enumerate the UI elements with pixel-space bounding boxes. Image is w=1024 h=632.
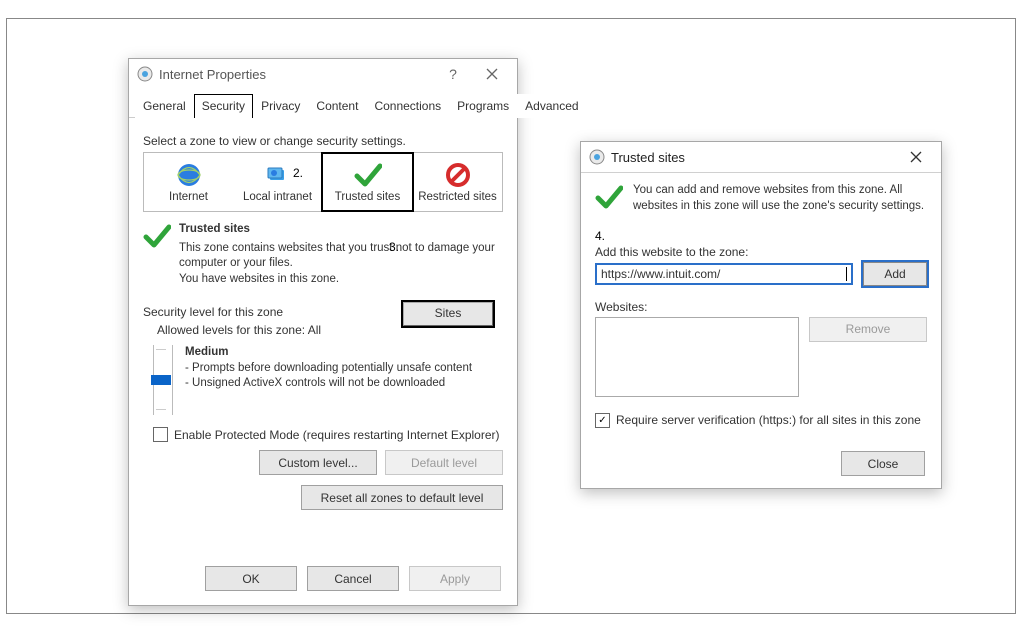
tab-content[interactable]: Content [308,94,366,118]
level-detail-2: - Unsigned ActiveX controls will not be … [185,377,445,389]
default-level-button: Default level [385,450,503,475]
trusted-desc-line2: You have websites in this zone. [179,272,503,288]
titlebar[interactable]: Internet Properties ? [129,59,517,89]
custom-level-button[interactable]: Custom level... [259,450,377,475]
websites-listbox[interactable] [595,317,799,397]
https-label: Require server verification (https:) for… [616,413,921,427]
trusted-sites-intro: You can add and remove websites from thi… [595,183,927,217]
protected-mode-checkbox[interactable] [153,427,168,442]
tab-security[interactable]: Security [194,94,253,118]
dialog-title: Internet Properties [159,67,441,82]
ok-button[interactable]: OK [205,566,297,591]
internet-options-icon [137,66,153,82]
protected-mode-row[interactable]: Enable Protected Mode (requires restarti… [153,427,503,442]
check-icon [595,183,623,217]
zone-list: Internet Local intranet Trusted sites Re… [143,152,503,212]
security-level-slider[interactable] [153,345,173,415]
intranet-icon [263,162,293,188]
tab-connections[interactable]: Connections [366,94,449,118]
close-icon[interactable] [899,146,933,168]
annotation-3: 3. [389,240,399,254]
zone-restricted-sites[interactable]: Restricted sites [413,153,502,211]
zone-label: Restricted sites [418,191,497,203]
security-level-block: Medium - Prompts before downloading pote… [153,345,503,415]
https-requirement-row[interactable]: ✓ Require server verification (https:) f… [595,413,927,428]
trusted-sites-description: Trusted sites This zone contains website… [143,222,503,287]
sites-button[interactable]: Sites [403,302,493,326]
intro-text: You can add and remove websites from thi… [633,183,927,217]
check-icon [143,222,171,287]
add-button[interactable]: Add [863,262,927,286]
zone-internet[interactable]: Internet [144,153,233,211]
tab-strip: General Security Privacy Content Connect… [129,93,517,118]
zone-label: Trusted sites [335,191,400,203]
dialog-title: Trusted sites [611,150,899,165]
select-zone-label: Select a zone to view or change security… [143,134,503,148]
zone-local-intranet[interactable]: Local intranet [233,153,322,211]
globe-icon [174,162,204,188]
url-value: https://www.intuit.com/ [601,267,845,281]
add-website-label: Add this website to the zone: [595,245,927,259]
apply-button: Apply [409,566,501,591]
add-website-input[interactable]: https://www.intuit.com/ [595,263,853,285]
annotation-2: 2. [293,166,303,180]
zone-trusted-sites[interactable]: Trusted sites [321,152,414,212]
tab-general[interactable]: General [135,94,194,118]
https-checkbox[interactable]: ✓ [595,413,610,428]
reset-row: Reset all zones to default level [143,485,503,510]
websites-label: Websites: [595,300,927,314]
internet-properties-dialog: Internet Properties ? 1. General Securit… [128,58,518,606]
level-detail-1: - Prompts before downloading potentially… [185,362,472,374]
dialog-footer: OK Cancel Apply [205,566,501,591]
close-button[interactable]: Close [841,451,925,476]
zone-label: Local intranet [243,191,312,203]
tab-advanced[interactable]: Advanced [517,94,586,118]
restricted-icon [443,162,473,188]
tab-programs[interactable]: Programs [449,94,517,118]
titlebar[interactable]: Trusted sites [581,142,941,173]
zone-label: Internet [169,191,208,203]
trusted-title: Trusted sites [179,222,503,238]
slider-thumb[interactable] [151,375,171,385]
protected-mode-label: Enable Protected Mode (requires restarti… [174,428,500,442]
remove-button: Remove [809,317,927,342]
text-caret [846,267,847,281]
level-name: Medium [185,346,228,358]
tab-privacy[interactable]: Privacy [253,94,308,118]
level-buttons: Custom level... Default level [143,450,503,475]
close-icon[interactable] [475,63,509,85]
help-button[interactable]: ? [441,63,465,85]
trusted-desc-line1: This zone contains websites that you tru… [179,241,503,272]
internet-options-icon [589,149,605,165]
reset-all-zones-button[interactable]: Reset all zones to default level [301,485,503,510]
annotation-4: 4. [595,229,927,243]
trusted-sites-dialog: Trusted sites You can add and remove web… [580,141,942,489]
check-icon [353,162,383,188]
cancel-button[interactable]: Cancel [307,566,399,591]
